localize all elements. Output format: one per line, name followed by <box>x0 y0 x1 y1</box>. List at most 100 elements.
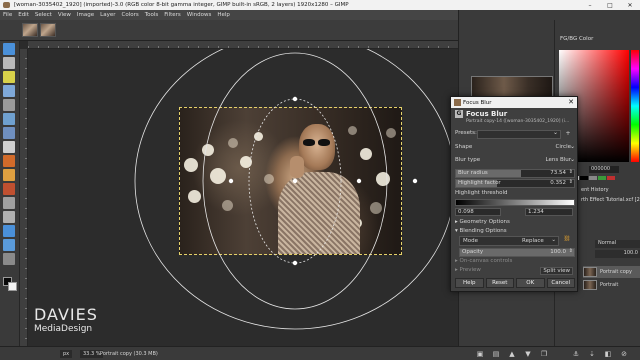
blur-radius-value: 73.54 <box>550 170 566 176</box>
smudge-tool-icon[interactable] <box>3 211 15 223</box>
focus-left-handle[interactable] <box>228 178 234 184</box>
spin-arrows-icon[interactable]: ⇕ <box>569 179 573 185</box>
layer-row-portrait-copy[interactable]: Portrait copy <box>583 266 640 278</box>
add-preset-button[interactable]: + <box>564 130 572 139</box>
focus-bottom-handle[interactable] <box>292 260 298 266</box>
focus-right-outer-handle[interactable] <box>412 178 418 184</box>
menu-tools[interactable]: Tools <box>142 12 162 18</box>
focus-center-handle[interactable] <box>292 178 298 184</box>
layer-thumbnail <box>583 267 597 277</box>
menu-help[interactable]: Help <box>214 12 233 18</box>
unified-transform-tool-icon[interactable] <box>3 113 15 125</box>
bucket-fill-tool-icon[interactable] <box>3 155 15 167</box>
blend-options-chain-icon[interactable]: ⛓ <box>560 236 574 246</box>
highlight-factor-slider[interactable]: Highlight factor 0.352 ⇕ <box>455 179 575 188</box>
layer-duplicate-icon[interactable]: ❐ <box>540 350 548 358</box>
opacity-label: Opacity <box>462 249 484 255</box>
menu-file[interactable]: File <box>0 12 15 18</box>
shape-row[interactable]: Shape Circle ⌄ <box>455 143 575 154</box>
ok-button[interactable]: OK <box>516 278 545 288</box>
layer-mask-icon[interactable]: ◧ <box>604 350 612 358</box>
fg-bg-color-tab[interactable]: FG/BG Color <box>557 36 640 46</box>
image-tab-label[interactable]: rth Effect Tutorial.xcf [2 <box>581 197 640 203</box>
menu-layer[interactable]: Layer <box>97 12 118 18</box>
close-button[interactable]: ✕ <box>620 0 640 10</box>
split-view-button[interactable]: Split view <box>540 267 573 275</box>
layer-mode-combo[interactable]: Normal <box>595 240 640 248</box>
move-tool-icon[interactable] <box>3 43 15 55</box>
paintbrush-tool-icon[interactable] <box>3 169 15 181</box>
zoom-tool-icon[interactable] <box>3 253 15 265</box>
horizontal-ruler[interactable] <box>28 41 458 49</box>
swatch[interactable] <box>589 176 597 180</box>
menu-windows[interactable]: Windows <box>184 12 215 18</box>
focus-top-handle[interactable] <box>292 96 298 102</box>
minimize-button[interactable]: – <box>580 0 600 10</box>
outer-focus-ellipse[interactable] <box>134 49 456 330</box>
image-tab-thumbnail[interactable] <box>40 23 56 37</box>
layer-row-portrait[interactable]: Portrait <box>583 279 640 291</box>
crop-tool-icon[interactable] <box>3 99 15 111</box>
opacity-slider[interactable]: Opacity 100.0 ⇕ <box>459 248 575 257</box>
swatch[interactable] <box>580 176 588 180</box>
layer-delete-icon[interactable]: ⊘ <box>620 350 628 358</box>
paths-tool-icon[interactable] <box>3 141 15 153</box>
dialog-header: G Focus Blur Portrait copy-14 ([woman-30… <box>455 110 575 128</box>
vertical-ruler[interactable] <box>20 49 28 346</box>
spin-arrows-icon[interactable]: ⇕ <box>569 248 573 254</box>
unit-selector[interactable]: px <box>60 350 73 358</box>
image-tab-thumbnail[interactable] <box>22 23 38 37</box>
dialog-close-icon[interactable]: ✕ <box>568 98 574 106</box>
highlight-threshold-gradient[interactable] <box>455 199 575 206</box>
layer-opacity-field[interactable]: 100.0 <box>595 250 640 258</box>
blur-radius-slider[interactable]: Blur radius 73.54 ⇕ <box>455 169 575 178</box>
fuzzy-select-tool-icon[interactable] <box>3 85 15 97</box>
blending-mode-combo[interactable]: Mode Replace ⌄ <box>459 236 559 246</box>
focus-right-handle[interactable] <box>356 178 362 184</box>
text-tool-icon[interactable] <box>3 225 15 237</box>
undo-history-tab-label[interactable]: ent History <box>581 187 609 193</box>
layer-anchor-icon[interactable]: ⚓ <box>572 350 580 358</box>
opacity-value: 100.0 <box>550 249 566 255</box>
blur-type-row[interactable]: Blur type Lens Blur ⌄ <box>455 156 575 167</box>
focus-blur-on-canvas-controls[interactable] <box>28 49 458 346</box>
free-select-tool-icon[interactable] <box>3 71 15 83</box>
geometry-options-expander[interactable]: ▸ Geometry Options <box>455 219 575 228</box>
menu-edit[interactable]: Edit <box>15 12 32 18</box>
on-canvas-controls-toggle[interactable]: ▸ On-canvas controls <box>455 258 575 267</box>
image-canvas[interactable] <box>28 49 458 346</box>
eraser-tool-icon[interactable] <box>3 183 15 195</box>
maximize-button[interactable]: □ <box>600 0 620 10</box>
layer-merge-icon[interactable]: ⇣ <box>588 350 596 358</box>
warp-transform-tool-icon[interactable] <box>3 127 15 139</box>
menu-filters[interactable]: Filters <box>161 12 184 18</box>
swatch[interactable] <box>607 176 615 180</box>
help-button[interactable]: Help <box>455 278 484 288</box>
preview-checkbox-icon[interactable]: ▸ <box>455 267 458 273</box>
swatch[interactable] <box>598 176 606 180</box>
hex-color-input[interactable]: 000000 <box>589 166 619 173</box>
presets-combo[interactable] <box>477 129 561 139</box>
threshold-low-field[interactable]: 0.098 <box>455 208 501 216</box>
rect-select-tool-icon[interactable] <box>3 57 15 69</box>
threshold-high-field[interactable]: 1.234 <box>525 208 573 216</box>
layer-new-icon[interactable]: ▣ <box>476 350 484 358</box>
background-color-swatch[interactable] <box>8 282 17 291</box>
menu-view[interactable]: View <box>55 12 74 18</box>
layer-raise-icon[interactable]: ▲ <box>508 350 516 358</box>
clone-tool-icon[interactable] <box>3 197 15 209</box>
preview-row: ▸ Preview Split view <box>455 267 575 276</box>
hue-strip[interactable] <box>631 50 639 162</box>
layer-lower-icon[interactable]: ▼ <box>524 350 532 358</box>
dialog-window-title: Focus Blur <box>463 99 492 106</box>
window-titlebar: [woman-3035402_1920] (imported)-3.0 (RGB… <box>0 0 640 10</box>
layer-group-icon[interactable]: ▤ <box>492 350 500 358</box>
reset-button[interactable]: Reset <box>485 278 514 288</box>
color-picker-tool-icon[interactable] <box>3 239 15 251</box>
spin-arrows-icon[interactable]: ⇕ <box>569 169 573 175</box>
menu-colors[interactable]: Colors <box>118 12 141 18</box>
menu-select[interactable]: Select <box>32 12 55 18</box>
blur-type-value: Lens Blur <box>545 157 572 163</box>
cancel-button[interactable]: Cancel <box>546 278 575 288</box>
menu-image[interactable]: Image <box>74 12 97 18</box>
